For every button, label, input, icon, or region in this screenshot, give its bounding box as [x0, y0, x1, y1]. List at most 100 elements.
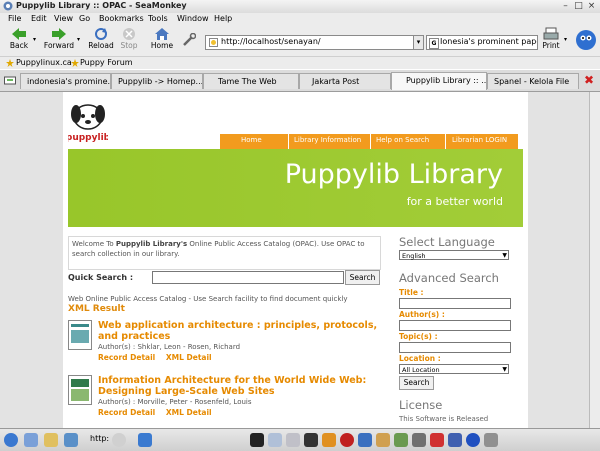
paint-icon[interactable] [268, 433, 282, 447]
opera-icon[interactable] [340, 433, 354, 447]
select-language-heading: Select Language [399, 235, 495, 249]
book-cover-icon [68, 375, 92, 405]
menu-window[interactable]: Window [177, 14, 209, 23]
record-icon[interactable] [430, 433, 444, 447]
tab-tame-the-web[interactable]: Tame The Web [203, 73, 299, 89]
back-arrow-icon [12, 28, 26, 40]
hat-icon[interactable] [304, 433, 318, 447]
language-select[interactable]: English ▼ [399, 250, 509, 260]
xml-detail-link[interactable]: XML Detail [166, 353, 212, 362]
authors-input[interactable] [399, 320, 511, 331]
intro-text: Welcome To Puppylib Library's Online Pub… [68, 236, 381, 270]
power-icon[interactable] [466, 433, 480, 447]
record-detail-link[interactable]: Record Detail [98, 353, 155, 362]
url-bar[interactable]: http://localhost/senayan/ [205, 35, 414, 50]
search-input[interactable]: G Ionesia's prominent paper [426, 35, 538, 50]
advanced-search-button[interactable]: Search [399, 376, 434, 390]
menu-bar: File Edit View Go Bookmarks Tools Window… [0, 13, 600, 25]
result-title[interactable]: Web application architecture : principle… [98, 320, 378, 342]
tools-icon[interactable] [182, 33, 196, 47]
quick-search-input[interactable] [152, 271, 344, 284]
url-dropdown-icon[interactable]: ▾ [413, 35, 424, 50]
tab-indonesia[interactable]: indonesia's promine... [20, 73, 111, 89]
bookmark-puppylinux[interactable]: Puppylinux.ca [16, 58, 72, 67]
search-engine-icon[interactable]: G [429, 38, 439, 49]
print-dropdown-icon[interactable]: ▾ [564, 36, 567, 43]
menu-file[interactable]: File [8, 14, 21, 23]
desktop-icon[interactable] [24, 433, 38, 447]
authors-label: Author(s) : [399, 310, 445, 319]
pen-icon[interactable] [286, 433, 300, 447]
page-icon [209, 38, 218, 47]
menu-view[interactable]: View [54, 14, 73, 23]
bookmark-puppy-forum[interactable]: Puppy Forum [80, 58, 133, 67]
title-bar: Puppylib Library :: OPAC - SeaMonkey – □… [0, 0, 600, 14]
back-dropdown-icon[interactable]: ▾ [33, 36, 36, 43]
forward-dropdown-icon[interactable]: ▾ [77, 36, 80, 43]
record-detail-link[interactable]: Record Detail [98, 408, 155, 417]
bookmarks-toolbar: Puppylinux.ca Puppy Forum [0, 57, 600, 69]
nav-library-information[interactable]: Library Information [294, 136, 361, 144]
result-authors: Author(s) : Morville, Peter - Rosenfeld,… [98, 398, 252, 406]
stop-icon [123, 28, 135, 40]
title-input[interactable] [399, 298, 511, 309]
menu-tools[interactable]: Tools [148, 14, 168, 23]
license-heading: License [399, 398, 443, 412]
result-title[interactable]: Information Architecture for the World W… [98, 375, 378, 397]
stop-task-icon[interactable] [112, 433, 126, 447]
quick-search-button[interactable]: Search [345, 270, 380, 285]
tab-spanel[interactable]: Spanel - Kelola File [487, 73, 579, 89]
wrench-icon[interactable] [484, 433, 498, 447]
xml-result-link[interactable]: XML Result [68, 304, 125, 314]
home-button[interactable]: Home [149, 27, 175, 50]
menu-help[interactable]: Help [214, 14, 232, 23]
seamonkey-icon [3, 1, 13, 11]
chevron-down-icon: ▼ [502, 366, 507, 373]
start-menu-icon[interactable] [4, 433, 18, 447]
taskbar: http: [0, 428, 600, 451]
menu-go[interactable]: Go [79, 14, 90, 23]
license-text: This Software is Released [399, 415, 489, 423]
nav-librarian-login[interactable]: Librarian LOGIN [452, 136, 507, 144]
tab-puppylib-home[interactable]: Puppylib -> Homep... [111, 73, 203, 89]
window-title: Puppylib Library :: OPAC - SeaMonkey [16, 1, 187, 10]
bookmark-star-icon [6, 59, 14, 67]
print-button[interactable]: Print [541, 27, 561, 50]
menu-bookmarks[interactable]: Bookmarks [99, 14, 144, 23]
url-text: http://localhost/senayan/ [221, 37, 321, 46]
seamonkey-throbber-icon[interactable] [575, 29, 597, 51]
tab-jakarta-post[interactable]: Jakarta Post [299, 73, 391, 89]
media-icon[interactable] [322, 433, 336, 447]
nav-home[interactable]: Home [241, 136, 262, 144]
reload-button[interactable]: Reload [87, 27, 115, 50]
advanced-search-heading: Advanced Search [399, 271, 499, 285]
close-tab-icon[interactable]: ✖ [584, 73, 594, 87]
forward-button[interactable]: Forward [43, 27, 75, 50]
settings-icon[interactable] [412, 433, 426, 447]
new-tab-icon[interactable] [4, 75, 16, 85]
file-manager-icon[interactable] [44, 433, 58, 447]
maximize-icon[interactable]: □ [573, 1, 584, 11]
close-icon[interactable]: × [586, 1, 597, 11]
topics-input[interactable] [399, 342, 511, 353]
stop-button[interactable]: Stop [118, 27, 140, 50]
svg-text:puppylib: puppylib [68, 133, 108, 143]
vertical-scrollbar[interactable] [589, 92, 600, 428]
banner: Puppylib Library for a better world [68, 149, 523, 227]
tab-puppylib-library[interactable]: Puppylib Library :: ... [391, 72, 487, 90]
xml-detail-link[interactable]: XML Detail [166, 408, 212, 417]
calculator-icon[interactable] [358, 433, 372, 447]
terminal-icon[interactable] [250, 433, 264, 447]
image-viewer-icon[interactable] [394, 433, 408, 447]
back-button[interactable]: Back [6, 27, 32, 50]
menu-edit[interactable]: Edit [31, 14, 47, 23]
tab-bar: indonesia's promine... Puppylib -> Homep… [0, 70, 600, 92]
browser-launcher-icon[interactable] [64, 433, 78, 447]
minimize-icon[interactable]: – [560, 1, 571, 11]
network-icon[interactable] [448, 433, 462, 447]
task-button[interactable]: http: [90, 434, 109, 443]
window-icon[interactable] [138, 433, 152, 447]
nav-help-on-search[interactable]: Help on Search [376, 136, 429, 144]
palette-icon[interactable] [376, 433, 390, 447]
location-select[interactable]: All Location ▼ [399, 364, 509, 374]
